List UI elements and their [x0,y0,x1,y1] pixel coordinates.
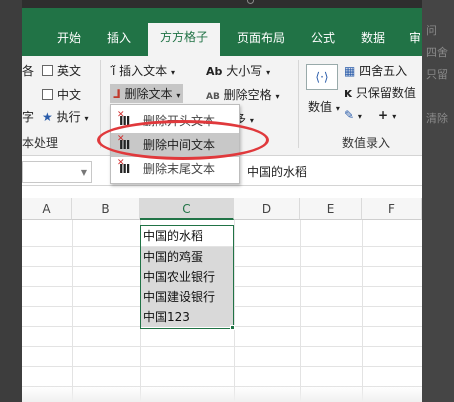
round-icon: ▦ [344,64,356,78]
checkbox-icon [42,65,53,76]
insert-text-button[interactable]: ǐ̈ 插入文本 ▾ [112,62,175,79]
tab-home[interactable]: 开始 [44,27,94,56]
keep-value-icon: ĸ [344,86,352,100]
ghost-text: 问 [426,24,437,37]
tab-insert[interactable]: 插入 [98,27,140,56]
chevron-down-icon: ▾ [84,114,89,123]
column-header[interactable]: E [300,198,362,220]
ghost-text: 只留 [426,68,448,81]
checkbox-chinese[interactable]: 中文 [42,86,81,103]
insert-text-icon: ǐ̈ [112,64,116,78]
checkbox-icon [42,89,53,100]
excel-window: 开始 插入 方方格子 页面布局 公式 数据 审 各 字 英文 中文 ★ 执行 ▾… [22,8,422,402]
bottom-fade [22,386,422,402]
chevron-down-icon: ▾ [249,116,254,125]
window-hint [247,0,254,4]
menu-item-delete-end[interactable]: ✕ Ⅲ 删除末尾文本 [111,157,239,181]
background-left [0,0,22,402]
menu-item-delete-start[interactable]: ✕ Ⅲ 删除开头文本 [111,109,239,133]
chevron-down-icon: ▾ [275,92,280,101]
formula-content[interactable]: 中国的水稻 [247,163,307,180]
column-header[interactable]: A [22,198,72,220]
grid-line [300,220,301,402]
chevron-down-icon: ▾ [357,112,362,121]
chevron-down-icon: ▼ [80,168,87,177]
tab-fangfang[interactable]: 方方格子 [148,23,220,56]
grid-line [234,220,235,402]
divider [298,60,299,148]
partial-label: 字 [22,110,35,124]
tab-formulas[interactable]: 公式 [302,27,344,56]
case-button[interactable]: Ab 大小写 ▾ [206,62,270,79]
group-label-text: 本处理 [22,136,59,150]
column-header-selected[interactable]: C [140,198,234,220]
grid-line [22,366,422,367]
selection-outline [140,225,234,329]
delete-text-menu: ✕ Ⅲ 删除开头文本 ✕ Ⅲ 删除中间文本 ✕ Ⅲ 删除末尾文本 [110,104,240,184]
star-icon: ★ [42,110,53,124]
chevron-down-icon: ▾ [176,91,181,100]
case-icon: Ab [206,65,223,78]
numeric-icon: ⟨·⟩ [306,64,338,90]
delete-space-icon: AB [206,92,220,102]
grid-line [22,346,422,347]
ribbon-tab-bar: 开始 插入 方方格子 页面布局 公式 数据 审 [22,8,422,56]
name-box[interactable]: ▼ [22,161,92,183]
grid-line [362,220,363,402]
ghost-text: 清除 [426,112,448,125]
tab-data[interactable]: 数据 [352,27,394,56]
numeric-button[interactable]: 数值 ▾ [308,98,340,115]
round-button[interactable]: ▦ 四舍五入 [344,62,407,79]
delete-text-button[interactable]: ⅃ 删除文本 ▾ [110,84,184,103]
keep-value-button[interactable]: ĸ 只保留数值 [344,84,416,101]
execute-button[interactable]: ★ 执行 ▾ [42,108,88,125]
delete-space-button[interactable]: AB 删除空格 ▾ [206,86,280,103]
divider [100,60,101,148]
tab-page-layout[interactable]: 页面布局 [226,27,296,56]
fill-handle[interactable] [230,325,235,330]
delete-text-icon: ⅃ [113,87,121,101]
add-button[interactable]: + ▾ [378,108,396,122]
chevron-down-icon: ▾ [335,104,340,113]
grid-line [72,220,73,402]
edit-button[interactable]: ✎ ▾ [344,108,362,122]
menu-item-delete-middle[interactable]: ✕ Ⅲ 删除中间文本 [111,133,239,157]
group-label-numeric: 数值录入 [342,136,391,150]
ghost-text: 四舍 [426,46,448,59]
background-window-right: 问 四舍 只留 清除 [422,0,454,402]
column-header[interactable]: B [72,198,140,220]
chevron-down-icon: ▾ [171,68,176,77]
delete-end-icon: ✕ Ⅲ [117,158,131,176]
checkbox-english[interactable]: 英文 [42,62,81,79]
chevron-down-icon: ▾ [266,68,271,77]
column-header[interactable]: D [234,198,300,220]
edit-icon: ✎ [344,108,355,122]
partial-label: 各 [22,64,35,78]
chevron-down-icon: ▾ [392,112,397,121]
tab-review[interactable]: 审 [404,27,422,56]
spreadsheet-grid: A B C D E F 中国的水稻 中国的鸡蛋 中国农业银行 中国建设银行 中国… [22,198,422,402]
background-top [22,0,422,8]
column-header[interactable]: F [362,198,422,220]
